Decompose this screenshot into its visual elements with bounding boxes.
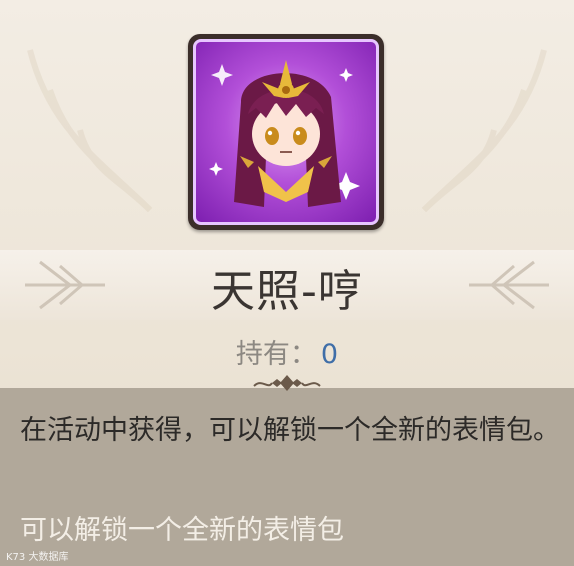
owned-count-row: 持有： 0 <box>0 332 574 371</box>
item-name: 天照-哼 <box>211 266 363 317</box>
owned-count: 0 <box>320 339 339 370</box>
divider-ornament-icon <box>253 375 321 391</box>
chibi-character-portrait-icon <box>193 39 379 225</box>
owned-label: 持有： <box>235 339 317 370</box>
item-icon-frame[interactable] <box>188 34 384 230</box>
description-text: 在活动中获得，可以解锁一个全新的表情包。 <box>20 415 560 446</box>
item-detail-panel: 天照-哼 持有： 0 在活动中获得，可以解锁一个全新的表情包。 可以解锁一个全新的… <box>0 0 574 566</box>
description-subtext: 可以解锁一个全新的表情包 <box>20 515 344 546</box>
watermark: K73 大数据库 <box>6 552 69 563</box>
wing-decoration-icon <box>27 49 153 213</box>
wing-decoration-icon <box>421 49 547 213</box>
